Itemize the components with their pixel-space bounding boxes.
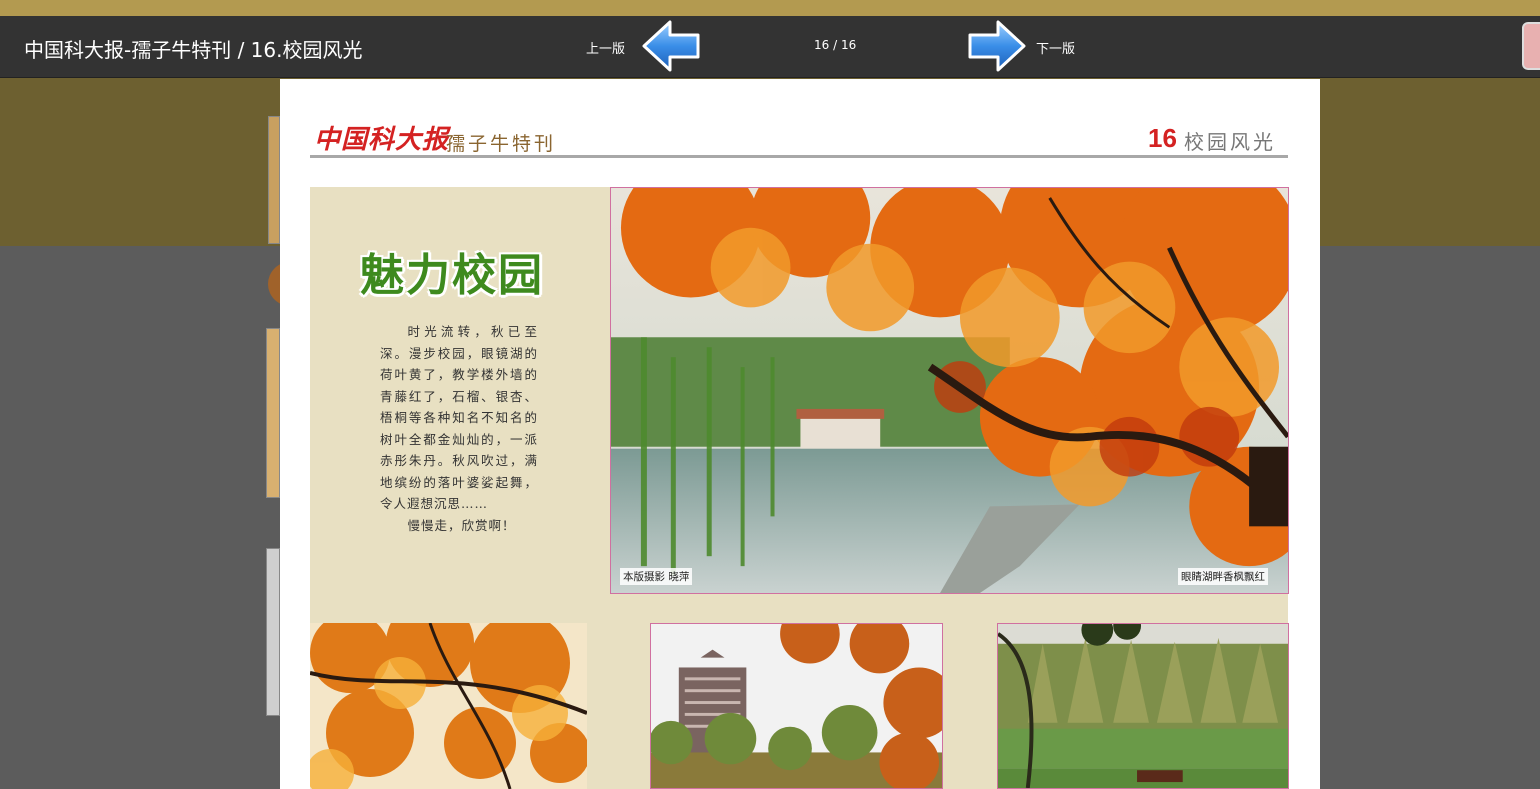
prev-page-arrow-icon[interactable] xyxy=(640,19,702,73)
photo-credit: 本版摄影 晓萍 xyxy=(620,568,693,585)
article-headline: 魅力校园 xyxy=(360,250,544,301)
close-button[interactable] xyxy=(1522,22,1540,70)
article-body: 时光流转，秋已至深。漫步校园，眼镜湖的荷叶黄了，教学楼外墙的青藤红了，石榴、银杏… xyxy=(380,321,538,536)
photo-campus-building xyxy=(650,623,943,789)
background-thumbnail xyxy=(268,116,280,244)
viewer-toolbar: 中国科大报-孺子牛特刊 / 16.校园风光 上一版 16 / 16 下一版 xyxy=(0,16,1540,78)
page-counter: 16 / 16 xyxy=(814,38,857,52)
article-paragraph: 慢慢走，欣赏啊！ xyxy=(407,517,516,533)
background-page-strip xyxy=(0,0,1540,16)
main-photo-maple-lake xyxy=(610,187,1289,594)
photo-pond-trees xyxy=(997,623,1289,789)
viewer-title: 中国科大报-孺子牛特刊 / 16.校园风光 xyxy=(24,38,363,62)
background-thumbnail xyxy=(266,328,280,498)
prev-page-label[interactable]: 上一版 xyxy=(586,38,625,57)
main-photo-caption: 眼睛湖畔香枫飘红 xyxy=(1178,568,1268,585)
masthead-subtitle: 孺子牛特刊 xyxy=(446,133,557,155)
next-page-arrow-icon[interactable] xyxy=(966,19,1028,73)
section-name: 校园风光 xyxy=(1184,130,1276,154)
background-thumbnail xyxy=(266,548,280,716)
masthead-divider xyxy=(310,155,1288,158)
newspaper-page: 中国科大报 孺子牛特刊 16 校园风光 魅力校园 时光流转，秋已至深。漫步校园，… xyxy=(280,79,1320,789)
photo-maple-leaves xyxy=(310,623,587,789)
next-page-label[interactable]: 下一版 xyxy=(1036,38,1075,57)
masthead-logo: 中国科大报 xyxy=(314,125,450,155)
article-paragraph: 时光流转，秋已至深。漫步校园，眼镜湖的荷叶黄了，教学楼外墙的青藤红了，石榴、银杏… xyxy=(380,324,538,511)
section-number: 16 xyxy=(1148,123,1177,153)
